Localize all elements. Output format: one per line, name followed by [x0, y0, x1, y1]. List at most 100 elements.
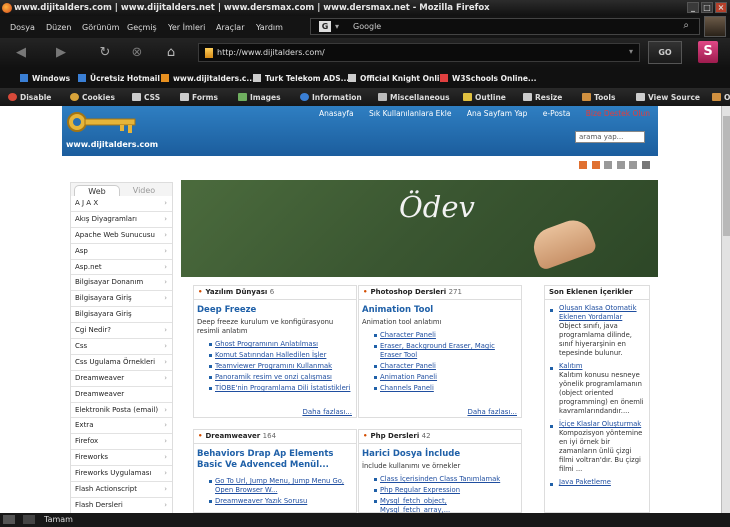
home-icon[interactable]: ⌂ — [158, 42, 184, 64]
nav-favorites-link[interactable]: Sık Kullanılanlara Ekle — [369, 109, 451, 118]
box-link[interactable]: Character Paneli — [374, 362, 518, 371]
search-bar[interactable]: G ▾ Google ⌕ — [310, 18, 700, 35]
dev-images-button[interactable]: Images — [238, 93, 281, 102]
reload-icon[interactable]: ↻ — [92, 42, 118, 64]
url-dropdown-icon[interactable]: ▾ — [629, 47, 633, 56]
site-search-input[interactable]: arama yap... — [575, 131, 645, 143]
font-size-icon[interactable] — [591, 161, 600, 169]
url-input[interactable]: http://www.dijitalders.com/ — [217, 48, 325, 57]
recent-item-title[interactable]: Kalıtım — [559, 362, 646, 371]
recent-item-title[interactable]: İçiçe Klaslar Oluşturmak — [559, 420, 646, 429]
category-item[interactable]: Extra — [71, 418, 172, 435]
category-item[interactable]: Flash Actionscript — [71, 482, 172, 498]
font-icon[interactable] — [604, 161, 613, 169]
category-item[interactable]: Firefox — [71, 434, 172, 451]
category-item[interactable]: Asp.net — [71, 259, 172, 276]
dev-tools-button[interactable]: Tools — [582, 93, 615, 102]
more-link[interactable]: Daha fazlası... — [302, 408, 352, 416]
category-item[interactable]: Css Ugulama Örnekleri — [71, 354, 172, 371]
box-article-title[interactable]: Harici Dosya İnclude — [359, 444, 521, 460]
box-link[interactable]: Dreamweaver Yazık Sorusu — [209, 497, 353, 506]
box-article-title[interactable]: Animation Tool — [359, 300, 521, 316]
dev-cookies-button[interactable]: Cookies — [70, 93, 115, 102]
bookmark-item[interactable]: Official Knight Onli... — [348, 74, 448, 83]
category-item[interactable]: Asp — [71, 243, 172, 260]
dev-options-button[interactable]: O — [712, 93, 730, 102]
category-item[interactable]: Bilgisayara Giriş Uygulamaları — [71, 307, 172, 337]
vertical-scrollbar[interactable] — [721, 106, 730, 513]
category-item[interactable]: Dreamweaver Uygulamaları — [71, 386, 172, 416]
category-item[interactable]: Bilgisayara Giriş — [71, 291, 172, 308]
dev-resize-button[interactable]: Resize — [523, 93, 562, 102]
font-icon[interactable] — [616, 161, 625, 169]
stumbleupon-button[interactable]: S — [698, 41, 718, 63]
box-link[interactable]: Eraser, Background Eraser, Magic Eraser … — [374, 342, 518, 360]
dev-css-button[interactable]: CSS — [132, 93, 160, 102]
dev-misc-button[interactable]: Miscellaneous — [378, 93, 450, 102]
bookmark-item[interactable]: W3Schools Online... — [440, 74, 536, 83]
go-button[interactable]: GO — [648, 41, 682, 64]
box-link[interactable]: Character Paneli — [374, 331, 518, 340]
nav-email-link[interactable]: e-Posta — [543, 109, 571, 118]
bookmark-item[interactable]: Ücretsiz Hotmail — [78, 74, 160, 83]
tab-web[interactable]: Web — [74, 185, 120, 196]
category-item[interactable]: Fireworks — [71, 450, 172, 467]
category-item[interactable]: Elektronik Posta (email) — [71, 402, 172, 419]
nav-home-link[interactable]: Anasayfa — [319, 109, 354, 118]
box-article-title[interactable]: Behaviors Drap Ap Elements Basic Ve Adve… — [194, 444, 356, 471]
stop-icon[interactable]: ⊗ — [124, 42, 150, 64]
box-link[interactable]: Panoramik resim ve onzi çalışması — [209, 373, 353, 382]
nav-homepage-link[interactable]: Ana Sayfam Yap — [467, 109, 528, 118]
menu-view[interactable]: Görünüm — [82, 23, 119, 32]
search-input[interactable]: Google — [353, 22, 381, 31]
recent-item-title[interactable]: Oluşan Klasa Otomatik Eklenen Yordamlar — [559, 304, 646, 322]
bookmark-item[interactable]: Turk Telekom ADS... — [253, 74, 349, 83]
recent-item-title[interactable]: Java Paketleme — [559, 478, 646, 487]
dev-forms-button[interactable]: Forms — [180, 93, 218, 102]
url-bar[interactable]: http://www.dijitalders.com/ ▾ — [198, 43, 640, 62]
menu-tools[interactable]: Araçlar — [216, 23, 244, 32]
box-link[interactable]: TİOBE'nin Programlama Dili İstatistikler… — [209, 384, 353, 393]
menu-history[interactable]: Geçmiş — [127, 23, 157, 32]
bookmark-item[interactable]: Windows — [20, 74, 70, 83]
box-link[interactable]: Php Regular Expression — [374, 486, 518, 495]
close-button[interactable]: × — [715, 2, 727, 13]
category-item[interactable]: Css — [71, 339, 172, 355]
maximize-button[interactable]: □ — [701, 2, 713, 13]
category-item[interactable]: A J A X — [71, 196, 172, 212]
dev-outline-button[interactable]: Outline — [463, 93, 506, 102]
dev-view-source-button[interactable]: View Source — [636, 93, 700, 102]
category-item[interactable]: Cgi Nedir? — [71, 323, 172, 340]
tab-video[interactable]: Video — [121, 185, 167, 196]
category-item[interactable]: Fireworks Uygulaması — [71, 466, 172, 483]
google-icon[interactable]: G — [319, 21, 331, 32]
magnifier-icon[interactable]: ⌕ — [683, 20, 689, 31]
back-icon[interactable]: ◀ — [8, 42, 34, 64]
box-link[interactable]: Channels Paneli — [374, 384, 518, 393]
site-title[interactable]: www.dijitalders.com — [66, 140, 158, 149]
box-link[interactable]: Teamviewer Programını Kullanmak — [209, 362, 353, 371]
scrollbar-thumb[interactable] — [723, 116, 730, 236]
forward-icon[interactable]: ▶ — [48, 42, 74, 64]
menu-bookmarks[interactable]: Yer İmleri — [168, 23, 205, 32]
category-item[interactable]: Flash Dersleri — [71, 497, 172, 513]
category-item[interactable]: Bilgisayar Donanım — [71, 275, 172, 292]
minimize-button[interactable]: _ — [687, 2, 699, 13]
page-viewport[interactable]: www.dijitalders.com Anasayfa Sık Kullanı… — [0, 106, 730, 513]
category-item[interactable]: Apache Web Sunucusu — [71, 227, 172, 244]
print-icon[interactable] — [642, 161, 650, 169]
box-link[interactable]: Komut Satırından Halledilen İşler — [209, 351, 353, 360]
chevron-down-icon[interactable]: ▾ — [335, 22, 339, 31]
menu-edit[interactable]: Düzen — [46, 23, 71, 32]
box-link[interactable]: Mysql_fetch_object, Mysql_fetch_array,..… — [374, 497, 518, 513]
box-link[interactable]: Animation Paneli — [374, 373, 518, 382]
dev-disable-button[interactable]: Disable — [8, 93, 51, 102]
nav-support-link[interactable]: Bize Destek Olun — [586, 109, 650, 118]
category-item[interactable]: Akış Diyagramları — [71, 211, 172, 228]
category-item[interactable]: Dreamweaver — [71, 370, 172, 387]
bookmark-item[interactable]: www.dijitalders.c... — [161, 74, 255, 83]
menu-help[interactable]: Yardım — [256, 23, 283, 32]
font-size-icon[interactable] — [579, 161, 588, 169]
more-link[interactable]: Daha fazlası... — [467, 408, 517, 416]
box-article-title[interactable]: Deep Freeze — [194, 300, 356, 316]
